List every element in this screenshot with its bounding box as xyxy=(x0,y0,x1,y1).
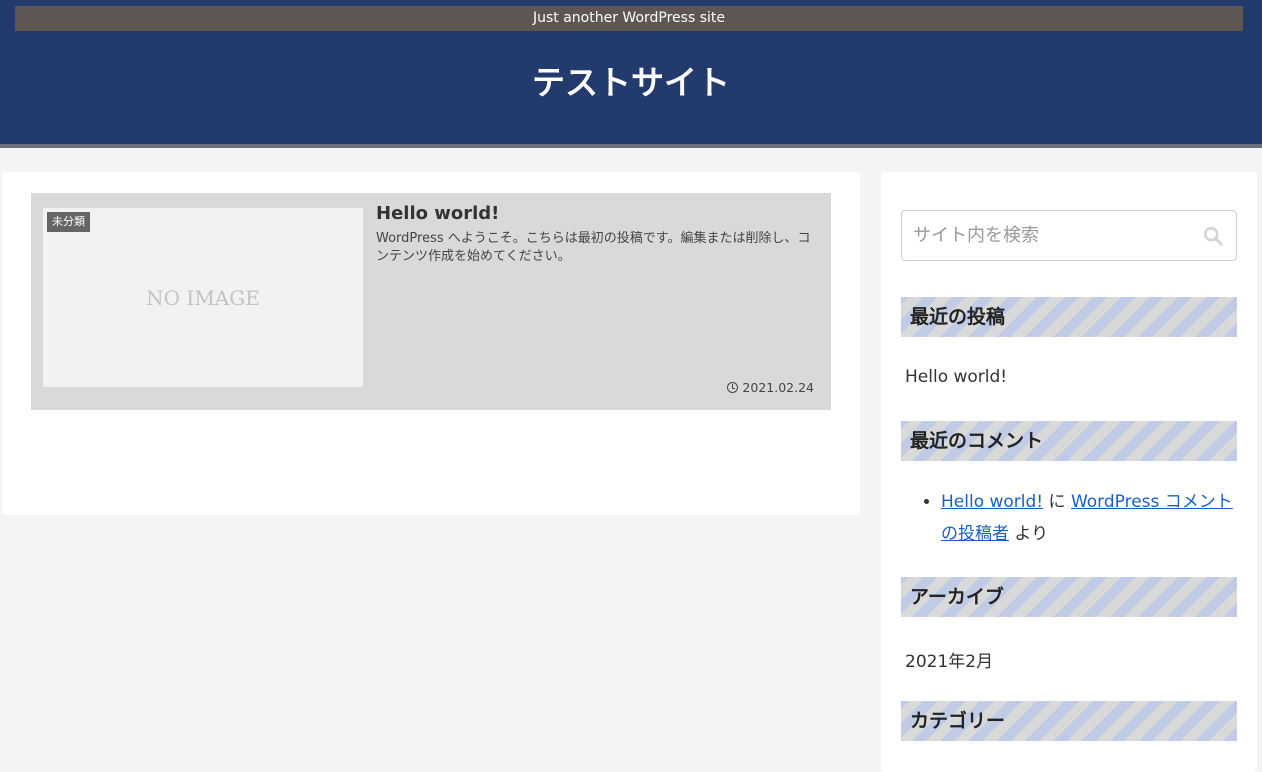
post-thumbnail[interactable]: NO IMAGE xyxy=(43,208,363,387)
header-divider xyxy=(0,144,1262,148)
categories-heading: カテゴリー xyxy=(901,701,1237,741)
site-header: Just another WordPress site テストサイト xyxy=(0,0,1262,144)
comment-post-link[interactable]: Hello world! xyxy=(941,492,1043,512)
no-image-placeholder: NO IMAGE xyxy=(146,286,260,310)
recent-post-link[interactable]: Hello world! xyxy=(905,367,1007,387)
post-date-text: 2021.02.24 xyxy=(742,380,814,395)
post-date: 2021.02.24 xyxy=(727,380,814,395)
post-title[interactable]: Hello world! xyxy=(376,203,499,224)
post-card[interactable]: NO IMAGE 未分類 Hello world! WordPress へようこ… xyxy=(31,193,831,410)
recent-posts-heading: 最近の投稿 xyxy=(901,297,1237,337)
comment-by-text: より xyxy=(1014,524,1049,544)
list-item: Hello world! に WordPress コメントの投稿者 より xyxy=(941,486,1237,550)
main-content: NO IMAGE 未分類 Hello world! WordPress へようこ… xyxy=(2,172,860,515)
recent-comments-list: Hello world! に WordPress コメントの投稿者 より xyxy=(901,486,1237,550)
search-form xyxy=(901,210,1237,261)
archives-heading: アーカイブ xyxy=(901,577,1237,617)
site-title[interactable]: テストサイト xyxy=(0,58,1262,108)
sidebar: 最近の投稿 Hello world! 最近のコメント Hello world! … xyxy=(881,172,1257,772)
comment-on-text: に xyxy=(1048,492,1066,512)
search-input[interactable] xyxy=(902,211,1192,260)
site-tagline: Just another WordPress site xyxy=(15,6,1243,31)
category-label: 未分類 xyxy=(47,212,90,232)
clock-icon xyxy=(727,382,739,393)
recent-comments-heading: 最近のコメント xyxy=(901,421,1237,461)
search-icon[interactable] xyxy=(1202,225,1224,247)
post-snippet: WordPress へようこそ。こちらは最初の投稿です。編集または削除し、コンテ… xyxy=(376,231,811,264)
archive-link[interactable]: 2021年2月 xyxy=(905,647,993,672)
